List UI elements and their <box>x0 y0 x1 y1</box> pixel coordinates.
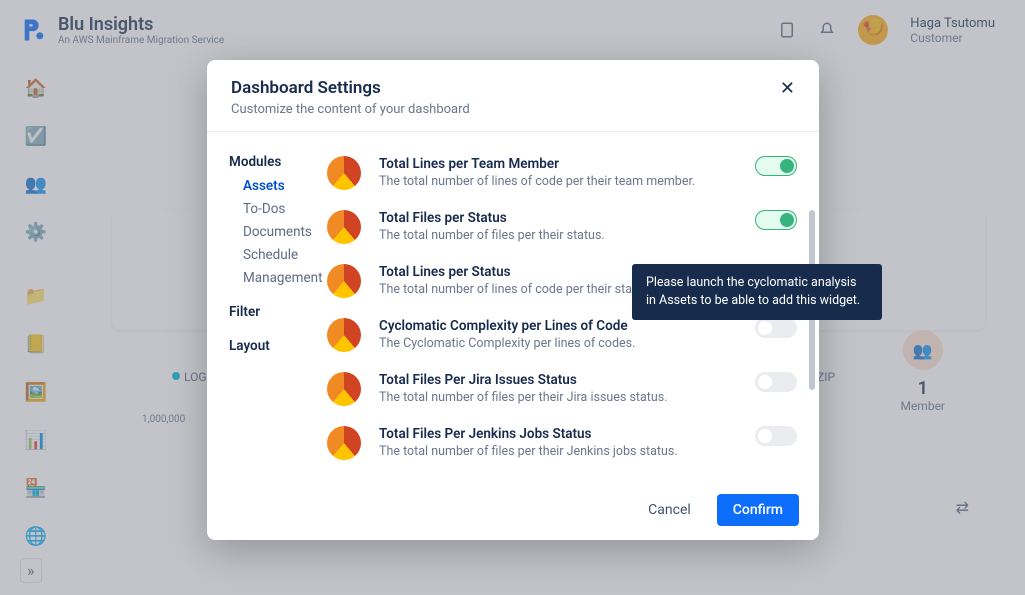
widget-toggle[interactable] <box>755 426 797 446</box>
nav-header-modules: Modules <box>229 154 317 170</box>
widget-title: Total Files Per Jenkins Jobs Status <box>379 426 737 442</box>
nav-item-documents[interactable]: Documents <box>243 224 317 240</box>
widget-toggle[interactable] <box>755 372 797 392</box>
pie-chart-icon <box>327 372 361 406</box>
close-icon[interactable]: ✕ <box>780 78 795 99</box>
tooltip: Please launch the cyclomatic analysis in… <box>632 264 882 320</box>
nav-item-schedule[interactable]: Schedule <box>243 247 317 263</box>
pie-chart-icon <box>327 318 361 352</box>
modal-nav: Modules Assets To-Dos Documents Schedule Man… <box>207 132 317 480</box>
cancel-button[interactable]: Cancel <box>632 494 707 526</box>
pie-chart-icon <box>327 426 361 460</box>
nav-header-layout[interactable]: Layout <box>229 338 317 354</box>
widget-toggle <box>755 318 797 338</box>
widget-subtitle: The total number of lines of code per th… <box>379 174 737 189</box>
widget-title: Cyclomatic Complexity per Lines of Code <box>379 318 737 334</box>
nav-item-to-dos[interactable]: To-Dos <box>243 201 317 217</box>
pie-chart-icon <box>327 264 361 298</box>
modal-title: Dashboard Settings <box>231 78 470 98</box>
pie-chart-icon <box>327 156 361 190</box>
widget-row: Total Files Per Jira Issues Status The to… <box>327 362 797 416</box>
widget-row: Total Files Per Jenkins Jobs Status The t… <box>327 416 797 470</box>
widget-subtitle: The total number of files per their Jenk… <box>379 444 737 459</box>
widget-title: Total Files Per Jira Issues Status <box>379 372 737 388</box>
modal-subtitle: Customize the content of your dashboard <box>231 102 470 117</box>
widget-subtitle: The total number of files per their Jira… <box>379 390 737 405</box>
widget-subtitle: The total number of files per their stat… <box>379 228 737 243</box>
nav-item-management[interactable]: Management <box>243 270 317 286</box>
widget-row: Total Lines per Team Member The total num… <box>327 146 797 200</box>
pie-chart-icon <box>327 210 361 244</box>
widget-row: Total Files per Status The total number o… <box>327 200 797 254</box>
widget-title: Total Files per Status <box>379 210 737 226</box>
confirm-button[interactable]: Confirm <box>717 494 799 526</box>
nav-item-assets[interactable]: Assets <box>243 178 317 194</box>
nav-header-filter[interactable]: Filter <box>229 304 317 320</box>
widget-toggle[interactable] <box>755 156 797 176</box>
widget-toggle[interactable] <box>755 210 797 230</box>
widget-title: Total Lines per Team Member <box>379 156 737 172</box>
widget-subtitle: The Cyclomatic Complexity per lines of c… <box>379 336 737 351</box>
